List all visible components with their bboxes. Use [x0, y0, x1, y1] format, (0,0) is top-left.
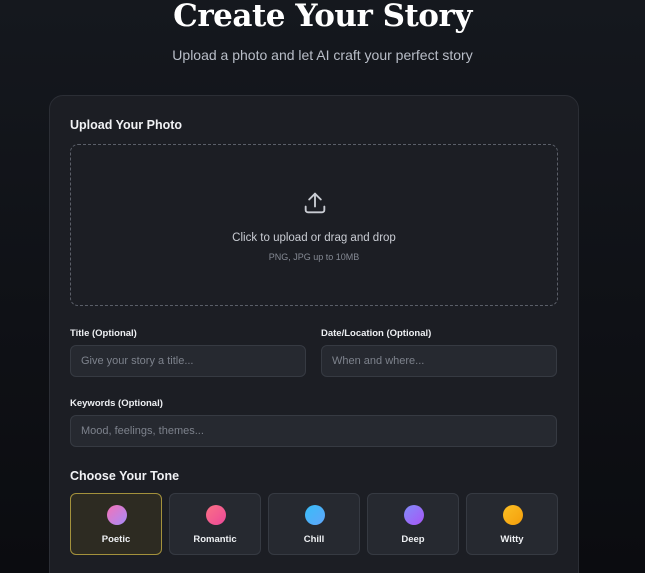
- title-field-label: Title (Optional): [70, 328, 137, 339]
- tone-option-label: Poetic: [101, 534, 131, 545]
- tone-color-dot: [305, 505, 325, 525]
- page-subtitle: Upload a photo and let AI craft your per…: [172, 47, 473, 63]
- tone-options: Poetic Romantic Chill Deep Witty: [70, 493, 558, 555]
- create-story-page: Create Your Story Upload a photo and let…: [0, 0, 645, 573]
- story-form-card: Upload Your Photo Click to upload or dra…: [49, 95, 579, 573]
- upload-icon: [304, 192, 326, 214]
- tone-option-poetic[interactable]: Poetic: [70, 493, 162, 555]
- tone-option-label: Chill: [303, 534, 325, 545]
- date-location-input[interactable]: [321, 345, 557, 377]
- tone-color-dot: [503, 505, 523, 525]
- title-input[interactable]: [70, 345, 306, 377]
- tone-option-label: Deep: [401, 534, 425, 545]
- tone-option-deep[interactable]: Deep: [367, 493, 459, 555]
- upload-section-label: Upload Your Photo: [70, 118, 183, 132]
- tone-color-dot: [107, 505, 127, 525]
- tone-option-label: Romantic: [193, 534, 237, 545]
- date-location-field-label: Date/Location (Optional): [321, 328, 432, 339]
- tone-color-dot: [404, 505, 424, 525]
- tone-option-witty[interactable]: Witty: [466, 493, 558, 555]
- keywords-input[interactable]: [70, 415, 557, 447]
- dropzone-instructions: Click to upload or drag and drop: [232, 232, 396, 244]
- photo-dropzone[interactable]: Click to upload or drag and drop PNG, JP…: [70, 144, 558, 306]
- tone-color-dot: [206, 505, 226, 525]
- tone-section-label: Choose Your Tone: [70, 469, 180, 483]
- tone-option-romantic[interactable]: Romantic: [169, 493, 261, 555]
- dropzone-file-hint: PNG, JPG up to 10MB: [268, 252, 360, 262]
- page-title: Create Your Story: [173, 0, 472, 34]
- keywords-field-label: Keywords (Optional): [70, 398, 163, 409]
- tone-option-label: Witty: [500, 534, 524, 545]
- tone-option-chill[interactable]: Chill: [268, 493, 360, 555]
